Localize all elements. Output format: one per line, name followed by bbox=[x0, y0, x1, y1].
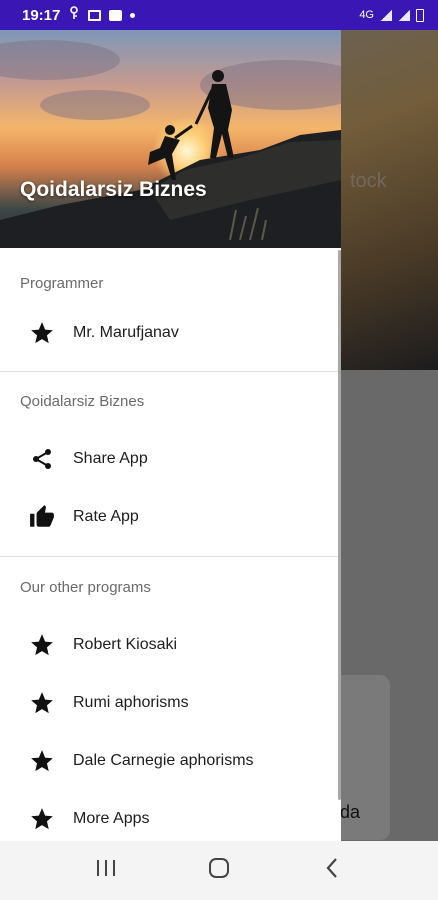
menu-item-label: Robert Kiosaki bbox=[73, 636, 178, 653]
home-button[interactable] bbox=[199, 851, 239, 891]
back-icon bbox=[325, 857, 339, 884]
menu-item-label: Mr. Marufjanav bbox=[73, 324, 179, 341]
menu-item-label: Rate App bbox=[73, 508, 139, 525]
section-label-other-programs: Our other programs bbox=[20, 579, 151, 596]
menu-item-dale-carnegie-aphorisms[interactable]: Dale Carnegie aphorisms bbox=[0, 732, 341, 790]
menu-item-more-apps[interactable]: More Apps bbox=[0, 790, 341, 841]
network-type-label: 4G bbox=[359, 9, 374, 21]
section-label-app: Qoidalarsiz Biznes bbox=[20, 393, 145, 410]
drawer-header-title: Qoidalarsiz Biznes bbox=[20, 178, 207, 201]
menu-item-share-app[interactable]: Share App bbox=[0, 430, 341, 488]
star-icon bbox=[28, 631, 56, 659]
notification-dot-icon bbox=[130, 12, 136, 18]
message-icon bbox=[109, 9, 123, 21]
battery-icon bbox=[416, 8, 424, 22]
drawer-scrollbar[interactable] bbox=[338, 250, 341, 800]
thumbs-up-icon bbox=[28, 503, 56, 531]
drawer-header: Qoidalarsiz Biznes bbox=[0, 30, 341, 248]
share-icon bbox=[28, 445, 56, 473]
menu-item-label: Dale Carnegie aphorisms bbox=[73, 752, 254, 769]
menu-item-label: Share App bbox=[73, 450, 148, 467]
hikers-illustration bbox=[0, 70, 341, 248]
signal-icon-2 bbox=[398, 9, 410, 21]
star-icon bbox=[28, 689, 56, 717]
menu-item-rate-app[interactable]: Rate App bbox=[0, 488, 341, 546]
home-icon bbox=[208, 857, 230, 884]
recents-button[interactable] bbox=[86, 851, 126, 891]
star-icon bbox=[28, 805, 56, 833]
navigation-drawer: Qoidalarsiz Biznes Programmer Mr. Marufj… bbox=[0, 30, 341, 841]
menu-item-label: More Apps bbox=[73, 810, 150, 827]
menu-item-robert-kiosaki[interactable]: Robert Kiosaki bbox=[0, 616, 341, 674]
gallery-icon bbox=[88, 9, 102, 21]
signal-icon bbox=[380, 9, 392, 21]
menu-item-mr-marufjanav[interactable]: Mr. Marufjanav bbox=[0, 304, 341, 362]
star-icon bbox=[28, 319, 56, 347]
menu-item-rumi-aphorisms[interactable]: Rumi aphorisms bbox=[0, 674, 341, 732]
recents-icon bbox=[95, 859, 117, 882]
star-icon bbox=[28, 747, 56, 775]
status-time: 19:17 bbox=[22, 6, 61, 24]
menu-item-label: Rumi aphorisms bbox=[73, 694, 189, 711]
back-button[interactable] bbox=[312, 851, 352, 891]
vpn-key-icon bbox=[68, 6, 80, 24]
section-label-programmer: Programmer bbox=[20, 275, 104, 292]
status-bar: 19:17 4G bbox=[0, 0, 438, 30]
system-navigation-bar bbox=[0, 841, 438, 900]
